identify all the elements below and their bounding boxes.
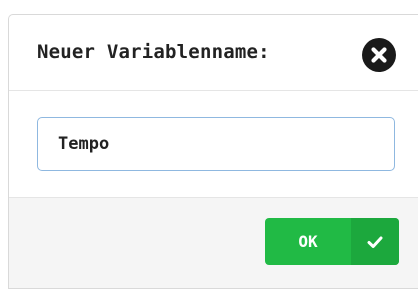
ok-button-icon-area (351, 218, 399, 265)
dialog-body (9, 91, 418, 197)
ok-button-label: OK (298, 232, 318, 251)
variable-name-input[interactable] (37, 117, 395, 171)
ok-button[interactable]: OK (265, 218, 399, 265)
dialog-title: Neuer Variablenname: (37, 41, 270, 63)
close-icon (371, 47, 387, 63)
dialog-footer: OK (9, 197, 418, 288)
rename-variable-dialog: Neuer Variablenname: OK (8, 14, 418, 289)
dialog-header: Neuer Variablenname: (9, 15, 418, 91)
checkmark-icon (367, 236, 383, 248)
close-button[interactable] (362, 38, 396, 72)
